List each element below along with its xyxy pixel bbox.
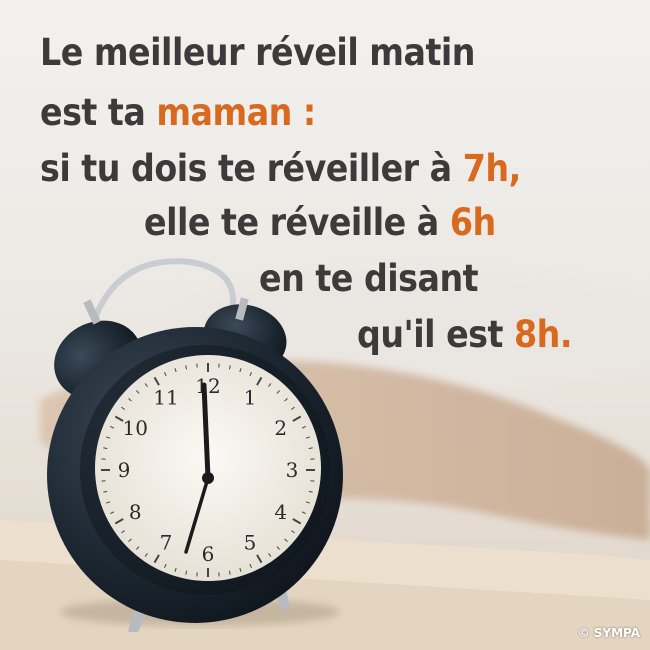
- clock-numeral: 5: [244, 531, 257, 555]
- clock-numeral: 3: [286, 458, 299, 482]
- highlight-8h: 8h.: [514, 313, 573, 356]
- clock-numeral: 9: [118, 458, 131, 482]
- quote-line-6: qu'il est 8h.: [357, 313, 573, 356]
- clock-numeral: 12: [195, 374, 220, 398]
- clock-numeral: 10: [123, 416, 148, 440]
- highlight-6h: 6h: [449, 201, 496, 244]
- quote-line-4-text: elle te réveille à: [144, 201, 450, 244]
- quote-line-5-text: en te disant: [259, 257, 479, 300]
- quote-line-2: est ta maman :: [40, 94, 316, 131]
- quote-line-6-text: qu'il est: [357, 313, 515, 356]
- quote-line-3-text: si tu dois te réveiller à: [40, 147, 463, 190]
- clock-numeral: 1: [244, 385, 257, 409]
- clock-numeral: 8: [129, 500, 142, 524]
- highlight-7h: 7h,: [462, 147, 522, 190]
- quote-line-1-text: Le meilleur réveil matin: [40, 31, 475, 74]
- source-credit: © SYMPA: [577, 626, 640, 640]
- quote-line-1: Le meilleur réveil matin: [40, 34, 475, 71]
- quote-line-5: en te disant: [259, 257, 479, 300]
- quote-line-4: elle te réveille à 6h: [144, 204, 496, 241]
- hands-pivot: [202, 472, 214, 484]
- quote-line-2-text: est ta: [40, 91, 157, 134]
- clock-numeral: 6: [202, 542, 215, 566]
- clock-numeral: 11: [153, 385, 178, 409]
- clock-numeral: 2: [274, 416, 287, 440]
- highlight-maman: maman :: [156, 91, 316, 134]
- clock-numeral: 7: [160, 531, 173, 555]
- quote-line-3: si tu dois te réveiller à 7h,: [40, 150, 521, 187]
- clock-numeral: 4: [274, 500, 287, 524]
